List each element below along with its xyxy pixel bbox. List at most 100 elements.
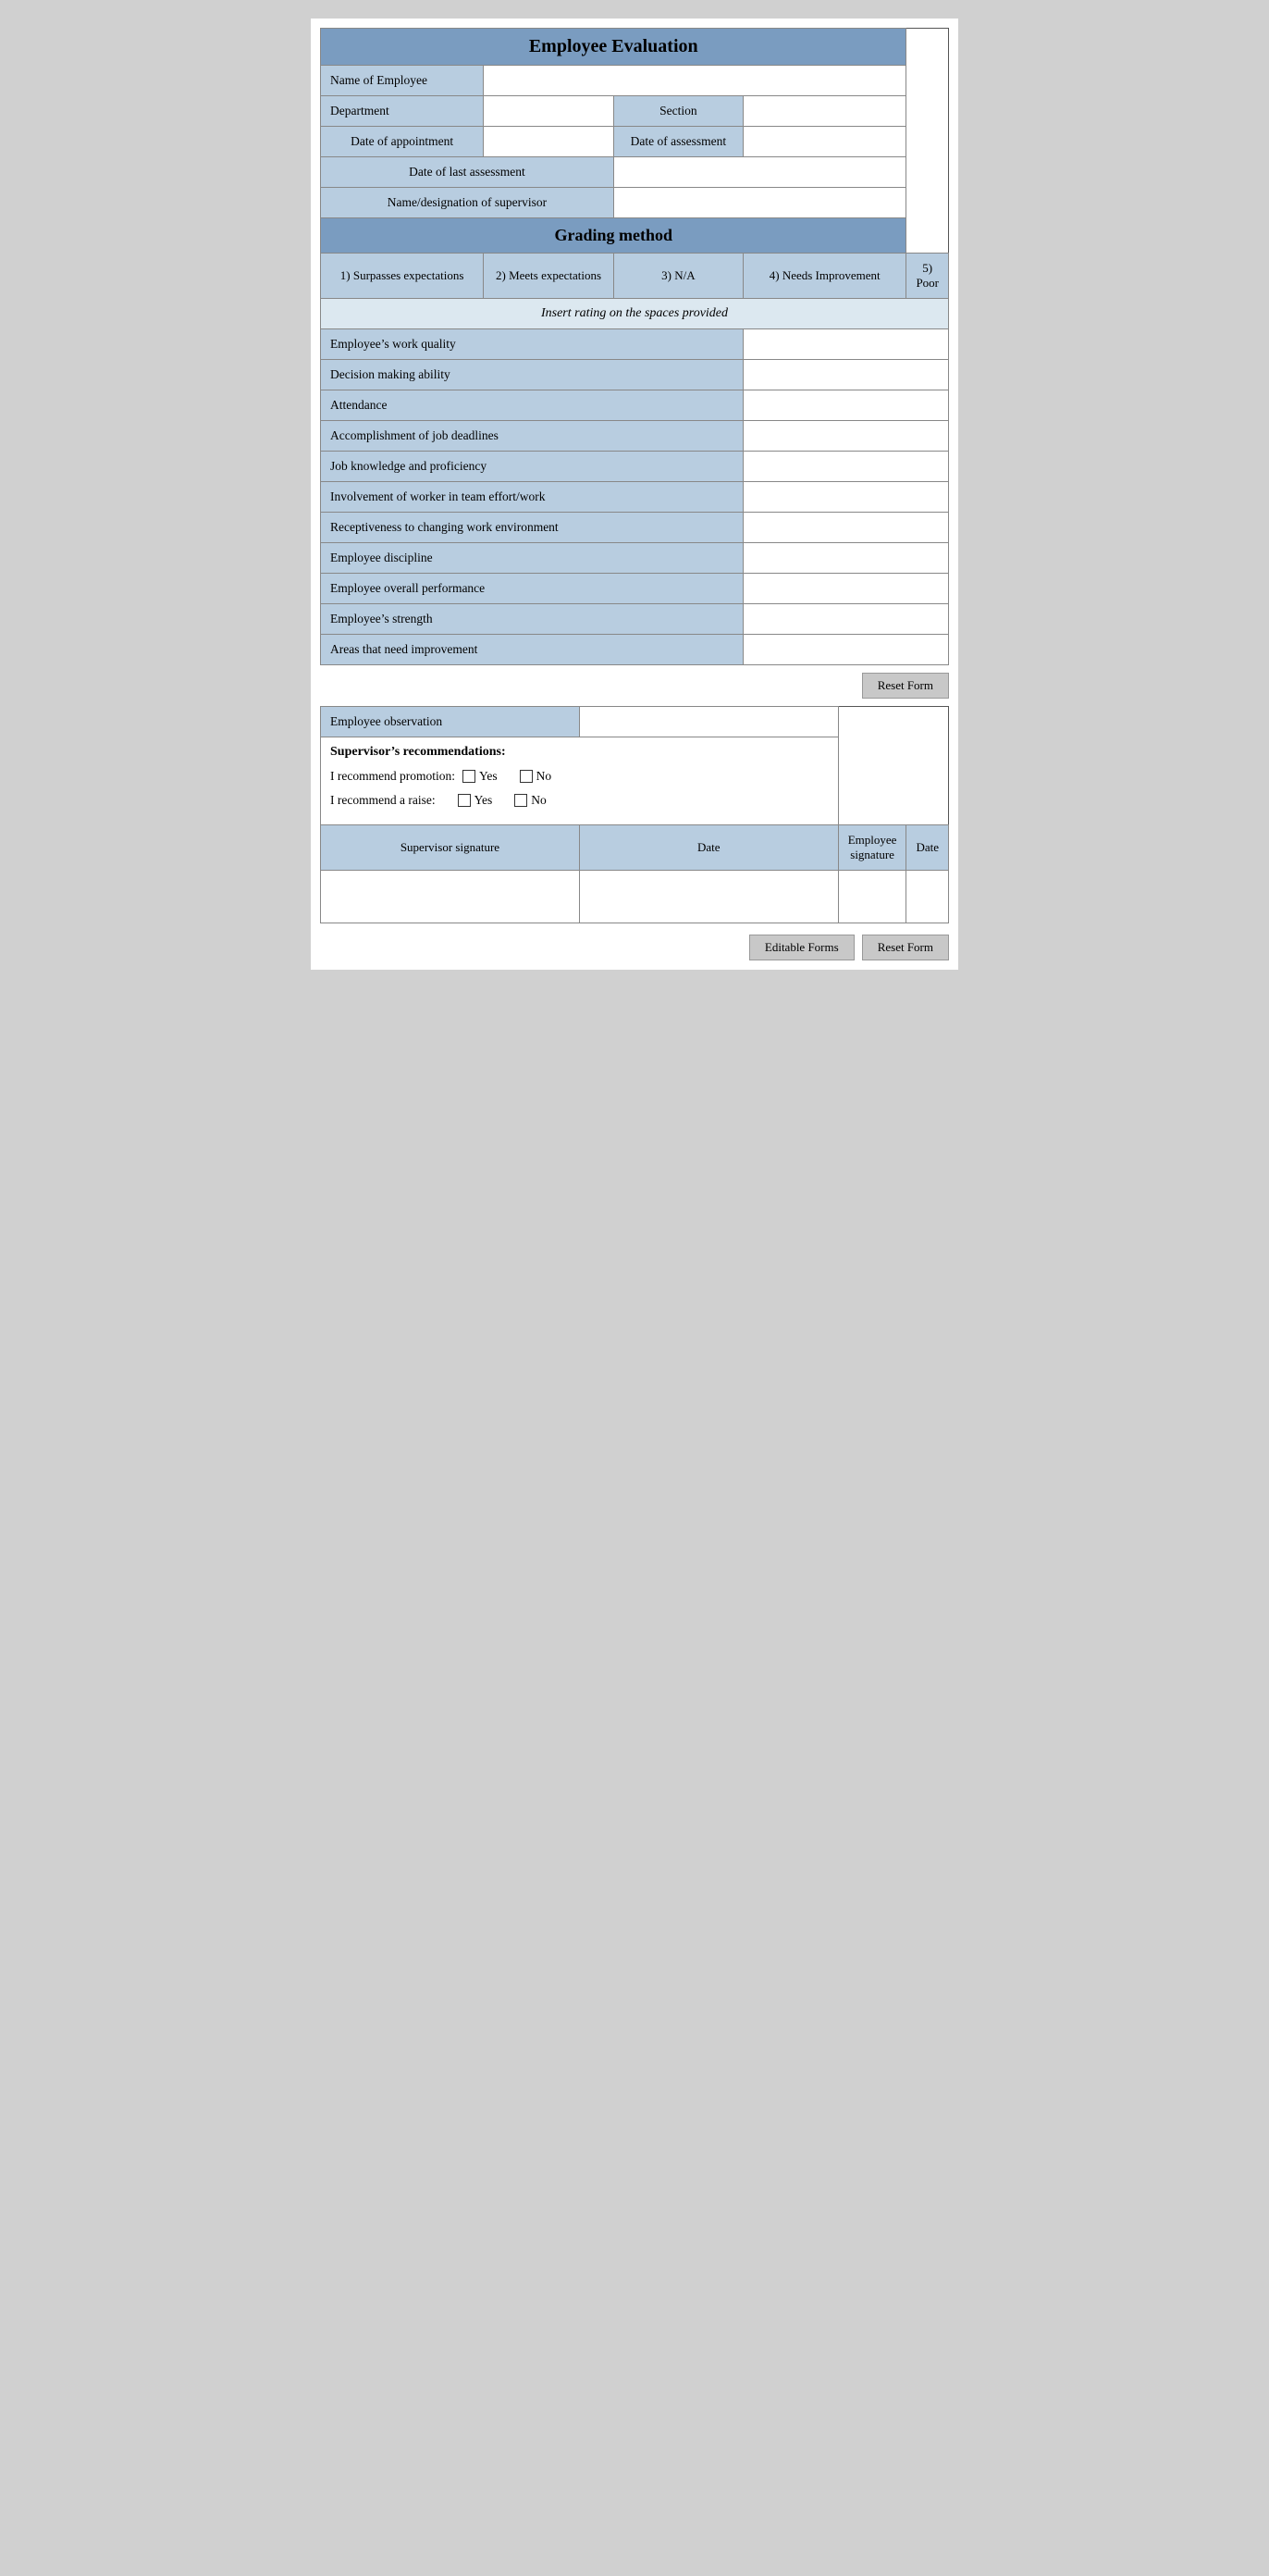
last-assessment-input[interactable] bbox=[623, 165, 897, 180]
promotion-no-label: No bbox=[536, 769, 552, 784]
rating-item-7-label: Receptiveness to changing work environme… bbox=[321, 513, 744, 543]
promotion-no-container[interactable]: No bbox=[520, 769, 552, 784]
rating-10-input[interactable] bbox=[753, 612, 939, 626]
rating-1-input[interactable] bbox=[753, 337, 939, 352]
grade-4: 4) Needs Improvement bbox=[743, 254, 906, 299]
promotion-label: I recommend promotion: bbox=[330, 769, 455, 784]
raise-row: I recommend a raise: Yes No bbox=[330, 793, 829, 808]
employee-sig-value[interactable] bbox=[838, 871, 906, 923]
rating-item-1-value[interactable] bbox=[743, 329, 948, 360]
assessment-date-value[interactable] bbox=[743, 127, 906, 157]
promotion-yes-container[interactable]: Yes bbox=[462, 769, 498, 784]
rating-item-5-value[interactable] bbox=[743, 452, 948, 482]
observation-value[interactable] bbox=[579, 707, 838, 737]
reset-form-button-2[interactable]: Reset Form bbox=[862, 935, 949, 960]
rating-item-6-label: Involvement of worker in team effort/wor… bbox=[321, 482, 744, 513]
grade-3: 3) N/A bbox=[613, 254, 743, 299]
department-label: Department bbox=[321, 96, 484, 127]
reset-form-button-1[interactable]: Reset Form bbox=[862, 673, 949, 699]
raise-label: I recommend a raise: bbox=[330, 793, 436, 808]
rating-11-input[interactable] bbox=[753, 642, 939, 657]
raise-yes-checkbox[interactable] bbox=[458, 794, 471, 807]
grade-2: 2) Meets expectations bbox=[484, 254, 614, 299]
rating-item-9-value[interactable] bbox=[743, 574, 948, 604]
appointment-value[interactable] bbox=[484, 127, 614, 157]
supervisor-date-input[interactable] bbox=[589, 878, 829, 915]
reset-container: Reset Form bbox=[320, 673, 949, 699]
last-assessment-value[interactable] bbox=[613, 157, 906, 188]
rating-3-input[interactable] bbox=[753, 398, 939, 413]
rating-9-input[interactable] bbox=[753, 581, 939, 596]
supervisor-input[interactable] bbox=[623, 195, 897, 210]
rating-item-5-label: Job knowledge and proficiency bbox=[321, 452, 744, 482]
rating-6-input[interactable] bbox=[753, 489, 939, 504]
promotion-yes-checkbox[interactable] bbox=[462, 770, 475, 783]
assessment-date-input[interactable] bbox=[753, 134, 897, 149]
rating-item-10-value[interactable] bbox=[743, 604, 948, 635]
supervisor-date-header: Date bbox=[579, 825, 838, 871]
rating-item-6-value[interactable] bbox=[743, 482, 948, 513]
rating-7-input[interactable] bbox=[753, 520, 939, 535]
promotion-no-checkbox[interactable] bbox=[520, 770, 533, 783]
rating-item-1-label: Employee’s work quality bbox=[321, 329, 744, 360]
rating-item-4-value[interactable] bbox=[743, 421, 948, 452]
employee-sig-input[interactable] bbox=[848, 878, 897, 915]
last-assessment-label: Date of last assessment bbox=[321, 157, 614, 188]
form-title: Employee Evaluation bbox=[321, 29, 906, 66]
supervisor-sig-input[interactable] bbox=[330, 878, 570, 915]
rating-item-4-label: Accomplishment of job deadlines bbox=[321, 421, 744, 452]
assessment-date-label: Date of assessment bbox=[613, 127, 743, 157]
department-input[interactable] bbox=[493, 104, 604, 118]
supervisor-sig-header: Supervisor signature bbox=[321, 825, 580, 871]
employee-date-header: Date bbox=[906, 825, 949, 871]
editable-forms-button[interactable]: Editable Forms bbox=[749, 935, 855, 960]
name-value[interactable] bbox=[484, 66, 906, 96]
observation-input[interactable] bbox=[589, 714, 829, 729]
rating-item-7-value[interactable] bbox=[743, 513, 948, 543]
supervisor-value[interactable] bbox=[613, 188, 906, 218]
observation-label: Employee observation bbox=[321, 707, 580, 737]
employee-date-value[interactable] bbox=[906, 871, 949, 923]
name-label: Name of Employee bbox=[321, 66, 484, 96]
section-input[interactable] bbox=[753, 104, 897, 118]
appointment-label: Date of appointment bbox=[321, 127, 484, 157]
rating-item-11-label: Areas that need improvement bbox=[321, 635, 744, 665]
rating-item-9-label: Employee overall performance bbox=[321, 574, 744, 604]
rating-5-input[interactable] bbox=[753, 459, 939, 474]
rating-item-10-label: Employee’s strength bbox=[321, 604, 744, 635]
employee-date-input[interactable] bbox=[916, 878, 939, 915]
grading-title: Grading method bbox=[321, 218, 906, 254]
employee-sig-header: Employee signature bbox=[838, 825, 906, 871]
instruction: Insert rating on the spaces provided bbox=[321, 299, 949, 329]
raise-yes-container[interactable]: Yes bbox=[458, 793, 493, 808]
rating-4-input[interactable] bbox=[753, 428, 939, 443]
appointment-input[interactable] bbox=[493, 134, 604, 149]
recommendations-cell: Supervisor’s recommendations: I recommen… bbox=[321, 737, 839, 825]
rating-item-11-value[interactable] bbox=[743, 635, 948, 665]
bottom-buttons: Editable Forms Reset Form bbox=[320, 935, 949, 960]
supervisor-sig-value[interactable] bbox=[321, 871, 580, 923]
rating-item-2-label: Decision making ability bbox=[321, 360, 744, 390]
grade-1: 1) Surpasses expectations bbox=[321, 254, 484, 299]
recommendations-title: Supervisor’s recommendations: bbox=[330, 745, 829, 760]
raise-no-container[interactable]: No bbox=[514, 793, 547, 808]
section-value[interactable] bbox=[743, 96, 906, 127]
promotion-yes-label: Yes bbox=[479, 769, 498, 784]
promotion-row: I recommend promotion: Yes No bbox=[330, 769, 829, 784]
raise-yes-label: Yes bbox=[474, 793, 493, 808]
rating-item-8-label: Employee discipline bbox=[321, 543, 744, 574]
rating-8-input[interactable] bbox=[753, 551, 939, 565]
rating-item-3-label: Attendance bbox=[321, 390, 744, 421]
grade-5: 5) Poor bbox=[906, 254, 949, 299]
rating-item-8-value[interactable] bbox=[743, 543, 948, 574]
rating-item-3-value[interactable] bbox=[743, 390, 948, 421]
supervisor-label: Name/designation of supervisor bbox=[321, 188, 614, 218]
rating-2-input[interactable] bbox=[753, 367, 939, 382]
name-input[interactable] bbox=[493, 73, 896, 88]
section-label: Section bbox=[613, 96, 743, 127]
supervisor-date-value[interactable] bbox=[579, 871, 838, 923]
raise-no-label: No bbox=[531, 793, 547, 808]
rating-item-2-value[interactable] bbox=[743, 360, 948, 390]
department-value[interactable] bbox=[484, 96, 614, 127]
raise-no-checkbox[interactable] bbox=[514, 794, 527, 807]
